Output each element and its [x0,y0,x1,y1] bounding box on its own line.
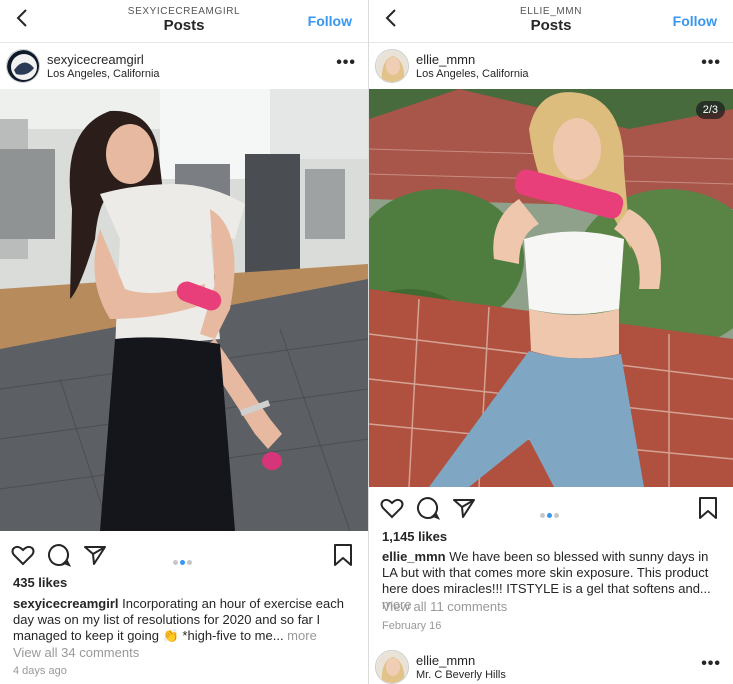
post-timestamp: February 16 [382,620,442,632]
action-bar [369,495,733,523]
carousel-dot [187,560,192,565]
avatar[interactable] [375,650,409,684]
post-location[interactable]: Los Angeles, California [47,68,160,80]
next-post-header: ellie_mmn Mr. C Beverly Hills ••• [369,644,733,684]
post-image[interactable] [0,89,368,531]
more-icon[interactable]: ••• [336,54,356,72]
carousel-dot [554,513,559,518]
carousel-dot [540,513,545,518]
heart-icon[interactable] [10,542,36,568]
bookmark-icon[interactable] [330,542,356,568]
caption-username[interactable]: sexyicecreamgirl [13,596,119,611]
carousel-dots [172,552,193,570]
caption-more-link[interactable]: more [284,628,317,643]
bookmark-icon[interactable] [695,495,721,521]
post-header: ellie_mmn Los Angeles, California ••• [369,43,733,89]
post-location[interactable]: Los Angeles, California [416,68,529,80]
left-post-panel: SEXYICECREAMGIRL Posts Follow sexyicecre… [0,0,368,684]
likes-count[interactable]: 1,145 likes [382,529,447,544]
post-caption: sexyicecreamgirl Incorporating an hour o… [13,596,358,644]
carousel-dot [173,560,178,565]
right-post-panel: ELLIE_MMN Posts Follow ellie_mmn Los Ang… [369,0,733,684]
more-icon[interactable]: ••• [701,655,721,673]
share-icon[interactable] [451,495,477,521]
post-username[interactable]: sexyicecreamgirl [47,52,144,67]
caption-username[interactable]: ellie_mmn [382,549,446,564]
follow-button[interactable]: Follow [308,13,352,29]
post-image[interactable]: 2/3 [369,89,733,487]
view-comments-link[interactable]: View all 34 comments [13,645,139,660]
comment-icon[interactable] [46,542,72,568]
post-username[interactable]: ellie_mmn [416,52,475,67]
carousel-counter: 2/3 [695,101,725,119]
avatar[interactable] [375,49,409,83]
comment-icon[interactable] [415,495,441,521]
follow-button[interactable]: Follow [673,13,717,29]
view-comments-link[interactable]: View all 11 comments [382,599,507,614]
avatar[interactable] [6,49,40,83]
carousel-dot-active [547,513,552,518]
post-header: sexyicecreamgirl Los Angeles, California… [0,43,368,89]
top-nav-bar: ELLIE_MMN Posts Follow [369,0,733,43]
action-bar [0,542,368,570]
heart-icon[interactable] [379,495,405,521]
share-icon[interactable] [82,542,108,568]
post-timestamp: 4 days ago [13,665,67,677]
likes-count[interactable]: 435 likes [13,575,67,590]
more-icon[interactable]: ••• [701,54,721,72]
carousel-dot-active [180,560,185,565]
carousel-dots [539,505,560,523]
post-location[interactable]: Mr. C Beverly Hills [416,669,506,681]
post-username[interactable]: ellie_mmn [416,653,475,668]
top-nav-bar: SEXYICECREAMGIRL Posts Follow [0,0,368,43]
